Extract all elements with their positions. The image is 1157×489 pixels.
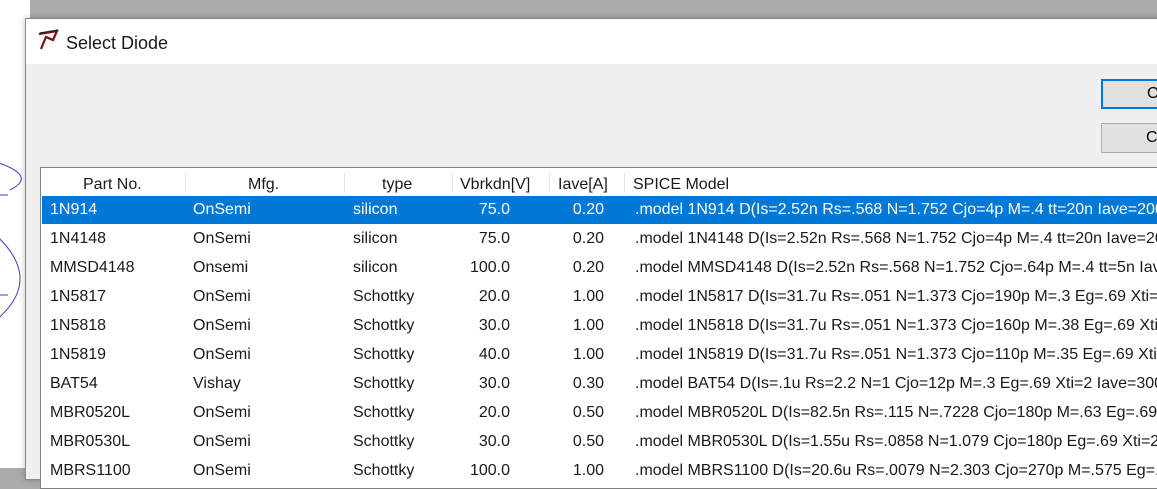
cell-iave: 0.20 [572, 259, 604, 276]
cell-iave: 0.50 [572, 404, 604, 421]
table-row[interactable]: 1N5819 OnSemi Schottky 40.0 1.00 .model 1N581… [42, 341, 1157, 369]
cancel-button[interactable]: Cancel [1101, 123, 1157, 153]
table-row[interactable]: BAT54 Vishay Schottky 30.0 0.30 .model BAT54 … [42, 370, 1157, 398]
cell-type: silicon [353, 230, 398, 247]
cell-iave: 0.50 [572, 433, 604, 450]
cell-vbrkdn: 30.0 [478, 317, 510, 334]
cell-vbrkdn: 75.0 [478, 201, 510, 218]
table-row[interactable]: 1N4148 OnSemi silicon 75.0 0.20 .model 1N4148… [42, 225, 1157, 253]
cell-spice-model: .model 1N914 D(Is=2.52n Rs=.568 N=1.752 … [635, 201, 1157, 218]
cell-mfg: OnSemi [193, 230, 251, 247]
cell-vbrkdn: 20.0 [478, 288, 510, 305]
dialog-title: Select Diode [66, 33, 169, 53]
cancel-button-label: Cancel [1146, 129, 1157, 146]
header-divider[interactable] [344, 173, 345, 193]
cell-part-no: MMSD4148 [50, 259, 135, 276]
cell-spice-model: .model 1N5818 D(Is=31.7u Rs=.051 N=1.373… [635, 317, 1157, 334]
cell-part-no: MBRS1100 [50, 462, 131, 479]
cell-part-no: 1N5819 [50, 346, 107, 363]
ok-button[interactable]: OK [1101, 79, 1157, 109]
cell-mfg: OnSemi [193, 288, 251, 305]
cell-vbrkdn: 40.0 [478, 346, 510, 363]
table-header: Part No. Mfg. type Vbrkdn[V] Iave[A] SPI… [41, 168, 1157, 195]
header-type[interactable]: type [382, 175, 412, 195]
table-row[interactable]: 1N5817 OnSemi Schottky 20.0 1.00 .model 1N581… [42, 283, 1157, 311]
ok-button-label: OK [1147, 85, 1157, 102]
table-row[interactable]: MBR0520L OnSemi Schottky 20.0 0.50 .model MBR… [42, 399, 1157, 427]
header-divider[interactable] [185, 173, 186, 193]
cell-part-no: MBR0530L [50, 433, 131, 450]
table-row[interactable]: MBR0530L OnSemi Schottky 30.0 0.50 .model MBR… [42, 428, 1157, 456]
table-row[interactable]: MBRS1100 OnSemi Schottky 100.0 1.00 .model MB… [42, 457, 1157, 485]
cell-mfg: OnSemi [193, 433, 251, 450]
cell-vbrkdn: 30.0 [478, 375, 510, 392]
table-row[interactable]: MMSD4148 Onsemi silicon 100.0 0.20 .model MMS… [42, 254, 1157, 282]
cell-vbrkdn: 100.0 [469, 259, 510, 276]
cell-part-no: MBR0520L [50, 404, 131, 421]
cell-iave: 0.20 [572, 201, 604, 218]
cell-vbrkdn: 30.0 [478, 433, 510, 450]
cell-vbrkdn: 20.0 [478, 404, 510, 421]
header-divider[interactable] [549, 173, 550, 193]
cell-iave: 1.00 [572, 462, 604, 479]
cell-type: silicon [353, 201, 398, 218]
cell-spice-model: .model MBR0520L D(Is=82.5n Rs=.115 N=.72… [635, 404, 1157, 421]
cell-mfg: OnSemi [193, 201, 251, 218]
cell-type: silicon [353, 259, 398, 276]
cell-spice-model: .model MMSD4148 D(Is=2.52n Rs=.568 N=1.7… [635, 259, 1157, 276]
cell-spice-model: .model 1N5817 D(Is=31.7u Rs=.051 N=1.373… [635, 288, 1157, 305]
cell-iave: 0.20 [572, 230, 604, 247]
cell-spice-model: .model 1N5819 D(Is=31.7u Rs=.051 N=1.373… [635, 346, 1157, 363]
header-iave[interactable]: Iave[A] [558, 175, 608, 195]
cell-vbrkdn: 100.0 [469, 462, 510, 479]
cell-type: Schottky [353, 462, 415, 479]
cell-spice-model: .model 1N4148 D(Is=2.52n Rs=.568 N=1.752… [635, 230, 1157, 247]
cell-mfg: OnSemi [193, 404, 251, 421]
cell-spice-model: .model MBR0530L D(Is=1.55u Rs=.0858 N=1.… [635, 433, 1157, 450]
header-part-no[interactable]: Part No. [83, 175, 142, 195]
ltspice-icon [38, 29, 59, 50]
header-mfg[interactable]: Mfg. [248, 175, 279, 195]
cell-iave: 1.00 [572, 346, 604, 363]
header-vbrkdn[interactable]: Vbrkdn[V] [460, 175, 530, 195]
cell-vbrkdn: 75.0 [478, 230, 510, 247]
table-row[interactable]: 1N5818 OnSemi Schottky 30.0 1.00 .model 1N581… [42, 312, 1157, 340]
cell-spice-model: .model BAT54 D(Is=.1u Rs=2.2 N=1 Cjo=12p… [635, 375, 1157, 392]
cell-type: Schottky [353, 433, 415, 450]
header-divider[interactable] [452, 173, 453, 193]
cell-type: Schottky [353, 317, 415, 334]
table-row[interactable]: 1N914 OnSemi silicon 75.0 0.20 .model 1N914 D… [42, 196, 1157, 224]
cell-part-no: 1N5817 [50, 288, 107, 305]
header-divider[interactable] [624, 173, 625, 193]
cell-mfg: OnSemi [193, 462, 251, 479]
dialog-titlebar[interactable]: Select Diode [26, 19, 1157, 64]
cell-part-no: BAT54 [50, 375, 98, 392]
header-spice-model[interactable]: SPICE Model [633, 175, 729, 195]
cell-type: Schottky [353, 288, 415, 305]
cell-type: Schottky [353, 375, 415, 392]
cell-iave: 0.30 [572, 375, 604, 392]
cell-part-no: 1N4148 [50, 230, 107, 247]
cell-part-no: 1N914 [50, 201, 98, 218]
cell-spice-model: .model MBRS1100 D(Is=20.6u Rs=.0079 N=2.… [635, 462, 1157, 479]
cell-iave: 1.00 [572, 288, 604, 305]
cell-type: Schottky [353, 404, 415, 421]
diode-table[interactable]: Part No. Mfg. type Vbrkdn[V] Iave[A] SPI… [40, 167, 1157, 489]
cell-type: Schottky [353, 346, 415, 363]
cell-mfg: OnSemi [193, 317, 251, 334]
cell-mfg: Vishay [193, 375, 241, 392]
select-diode-dialog: Select Diode OK Cancel Part No. Mfg. typ… [25, 18, 1157, 489]
cell-mfg: OnSemi [193, 346, 251, 363]
cell-mfg: Onsemi [193, 259, 249, 276]
cell-part-no: 1N5818 [50, 317, 107, 334]
cell-iave: 1.00 [572, 317, 604, 334]
